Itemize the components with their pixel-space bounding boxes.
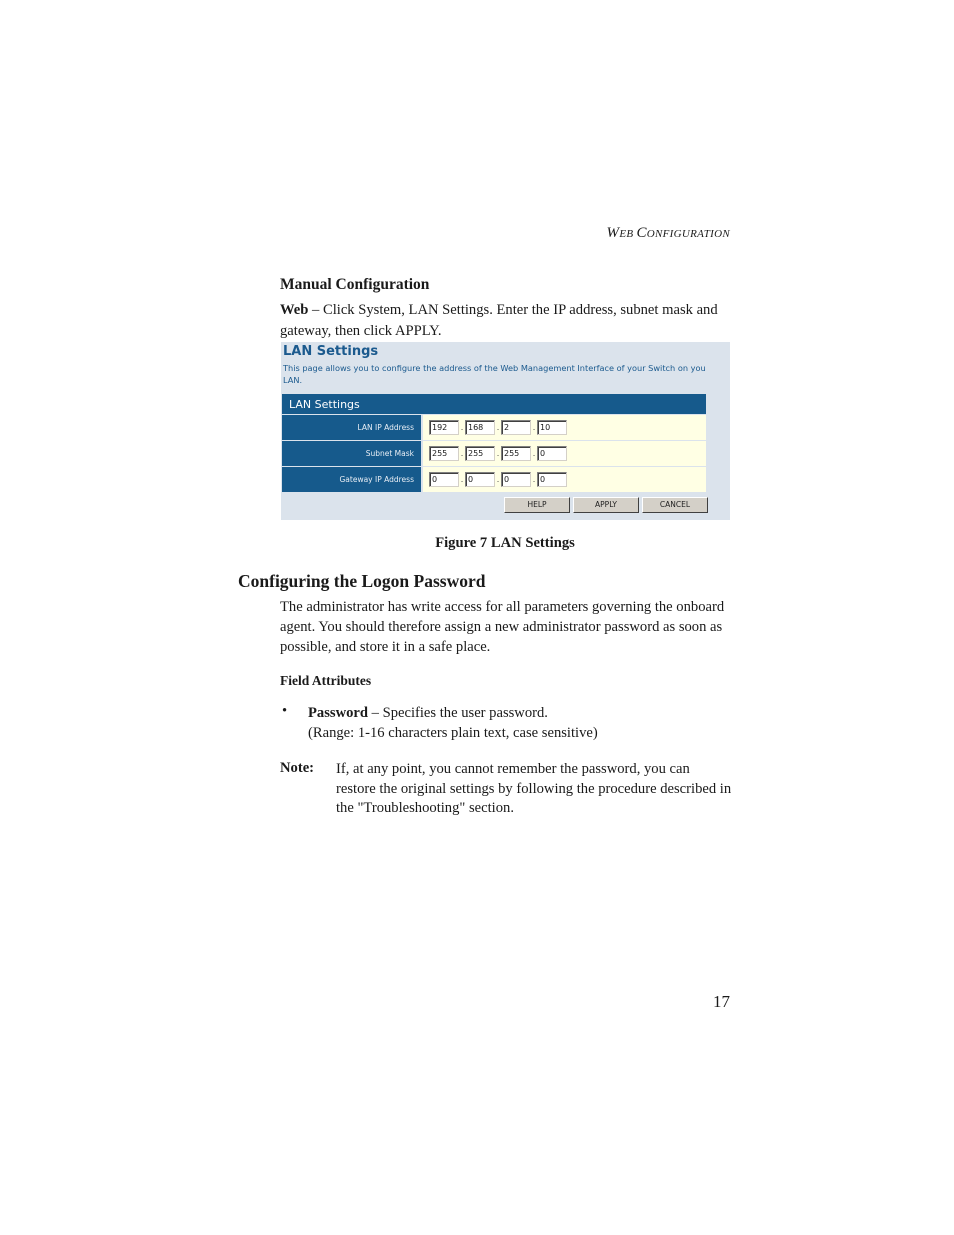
table-header: LAN Settings xyxy=(282,394,706,414)
table-row-lan-ip: LAN IP Address 192. 168. 2. 10 xyxy=(282,414,706,440)
running-head-part: EB xyxy=(619,228,637,240)
field-attributes-heading: Field Attributes xyxy=(280,673,372,688)
web-label: Web xyxy=(280,302,309,318)
cancel-button[interactable]: CANCEL xyxy=(642,497,708,513)
running-head-part: C xyxy=(636,225,647,241)
running-head-part: W xyxy=(606,225,620,241)
apply-button[interactable]: APPLY xyxy=(573,497,639,513)
ip-fields: 0. 0. 0. 0 xyxy=(423,467,706,492)
octet-input[interactable]: 10 xyxy=(537,420,567,435)
ip-fields: 255. 255. 255. 0 xyxy=(423,441,706,466)
table-row-subnet-mask: Subnet Mask 255. 255. 255. 0 xyxy=(282,440,706,466)
octet-input[interactable]: 192 xyxy=(429,420,459,435)
button-row: HELP APPLY CANCEL xyxy=(504,497,708,513)
octet-input[interactable]: 2 xyxy=(501,420,531,435)
octet-input[interactable]: 0 xyxy=(537,472,567,487)
octet-input[interactable]: 255 xyxy=(429,446,459,461)
note-text: If, at any point, you cannot remember th… xyxy=(336,761,732,816)
screenshot-description: This page allows you to configure the ad… xyxy=(283,363,706,385)
bullet-icon: • xyxy=(282,703,288,719)
octet-input[interactable]: 0 xyxy=(501,472,531,487)
octet-input[interactable]: 255 xyxy=(465,446,495,461)
manual-config-heading: Manual Configuration xyxy=(280,276,430,293)
octet-input[interactable]: 168 xyxy=(465,420,495,435)
row-label: Subnet Mask xyxy=(282,441,423,466)
octet-input[interactable]: 255 xyxy=(501,446,531,461)
figure-caption: Figure 7 LAN Settings xyxy=(435,535,575,551)
octet-input[interactable]: 0 xyxy=(465,472,495,487)
admin-paragraph: The administrator has write access for a… xyxy=(280,599,725,655)
row-label: Gateway IP Address xyxy=(282,467,423,492)
table-row-gateway: Gateway IP Address 0. 0. 0. 0 xyxy=(282,466,706,492)
row-label: LAN IP Address xyxy=(282,415,423,440)
password-attribute: Password – Specifies the user password. (… xyxy=(308,703,728,743)
octet-input[interactable]: 0 xyxy=(537,446,567,461)
password-desc: – Specifies the user password. xyxy=(368,705,548,721)
logon-password-heading: Configuring the Logon Password xyxy=(238,571,486,591)
help-button[interactable]: HELP xyxy=(504,497,570,513)
running-head: WEB CONFIGURATION xyxy=(560,225,730,242)
note-label: Note: xyxy=(280,760,315,776)
web-text: – Click System, LAN Settings. Enter the … xyxy=(280,302,718,339)
running-head-part: ONFIGURATION xyxy=(646,228,730,240)
password-label: Password xyxy=(308,705,368,721)
ip-fields: 192. 168. 2. 10 xyxy=(423,415,706,440)
password-range: (Range: 1-16 characters plain text, case… xyxy=(308,725,598,741)
octet-input[interactable]: 0 xyxy=(429,472,459,487)
lan-settings-table: LAN Settings LAN IP Address 192. 168. 2.… xyxy=(282,394,706,492)
web-instructions: Web – Click System, LAN Settings. Enter … xyxy=(280,300,732,342)
screenshot-title: LAN Settings xyxy=(283,344,379,359)
page-number: 17 xyxy=(713,992,730,1011)
lan-settings-screenshot: LAN Settings This page allows you to con… xyxy=(281,342,730,520)
